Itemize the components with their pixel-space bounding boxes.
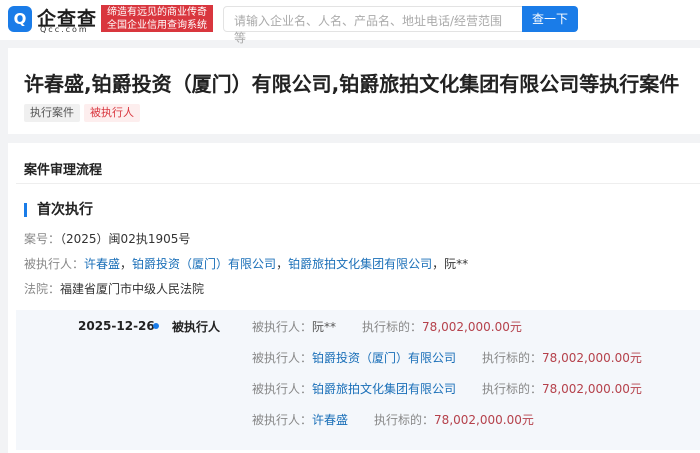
court: 福建省厦门市中级人民法院	[60, 282, 205, 296]
separator: ，	[432, 257, 445, 271]
page-title: 许春盛,铂爵投资（厦门）有限公司,铂爵旅拍文化集团有限公司等执行案件	[24, 72, 680, 96]
label: 被执行人：	[24, 257, 85, 271]
top-header: Q 企查查 Qcc.com 缔造有远见的商业传奇 全国企业信用查询系统 请输入企业…	[0, 0, 700, 45]
label: 被执行人：	[252, 351, 313, 365]
timeline-date: 2025-12-26	[78, 319, 155, 333]
executed-link[interactable]: 铂爵投资（厦门）有限公司	[132, 257, 276, 271]
executed-link[interactable]: 铂爵投资（厦门）有限公司	[312, 351, 456, 365]
executed-link[interactable]: 许春盛	[312, 413, 348, 427]
label: 被执行人：	[252, 382, 313, 396]
label: 执行标的：	[374, 413, 435, 427]
label: 法院：	[24, 282, 61, 296]
amount: 78,002,000.00元	[422, 320, 522, 334]
slogan-line: 缔造有远见的商业传奇	[107, 7, 207, 18]
divider	[16, 183, 700, 184]
separator: ，	[276, 257, 289, 271]
executed-row: 被执行人：许春盛，铂爵投资（厦门）有限公司，铂爵旅拍文化集团有限公司，阮**	[24, 255, 468, 272]
executed-link[interactable]: 铂爵旅拍文化集团有限公司	[288, 257, 432, 271]
timeline-row: 被执行人：铂爵投资（厦门）有限公司 执行标的：78,002,000.00元	[252, 349, 642, 366]
tag-case-type: 执行案件	[24, 104, 80, 122]
case-process-card: 案件审理流程 首次执行 案号：（2025）闽02执1905号 被执行人：许春盛，…	[8, 143, 700, 453]
subsection-title: 首次执行	[24, 203, 93, 217]
timeline-row: 被执行人：铂爵旅拍文化集团有限公司 执行标的：78,002,000.00元	[252, 380, 642, 397]
timeline-row: 被执行人：许春盛 执行标的：78,002,000.00元	[252, 411, 534, 428]
case-number-row: 案号：（2025）闽02执1905号	[24, 230, 190, 247]
slogan-line: 全国企业信用查询系统	[107, 20, 207, 31]
separator: ，	[120, 257, 133, 271]
timeline-event: 被执行人	[172, 320, 221, 334]
court-row: 法院：福建省厦门市中级人民法院	[24, 280, 204, 297]
executed-link[interactable]: 铂爵旅拍文化集团有限公司	[312, 382, 456, 396]
label: 执行标的：	[482, 351, 543, 365]
search-input[interactable]: 请输入企业名、人名、产品名、地址电话/经营范围等	[223, 6, 523, 45]
amount: 78,002,000.00元	[542, 382, 642, 396]
label: 执行标的：	[362, 320, 423, 334]
label: 执行标的：	[482, 382, 543, 396]
qcc-logo-icon[interactable]: Q	[8, 6, 32, 32]
executed-name: 阮**	[444, 257, 469, 271]
logo-domain: Qcc.com	[40, 25, 89, 34]
executed-link[interactable]: 许春盛	[84, 257, 120, 271]
label: 被执行人：	[252, 413, 313, 427]
timeline-row: 被执行人：阮** 执行标的：78,002,000.00元	[252, 318, 522, 335]
amount: 78,002,000.00元	[434, 413, 534, 427]
timeline-entry: 2025-12-26 被执行人 被执行人：阮** 执行标的：78,002,000.…	[16, 310, 700, 450]
amount: 78,002,000.00元	[542, 351, 642, 365]
label: 案号：	[24, 232, 61, 246]
slogan-banner: 缔造有远见的商业传奇 全国企业信用查询系统	[101, 5, 213, 32]
tag-executed: 被执行人	[84, 104, 140, 122]
case-title-card: 许春盛,铂爵投资（厦门）有限公司,铂爵旅拍文化集团有限公司等执行案件 执行案件 …	[8, 48, 700, 134]
section-title: 案件审理流程	[24, 163, 103, 178]
timeline-dot-icon	[153, 323, 159, 329]
search-button[interactable]: 查一下	[522, 6, 578, 32]
label: 被执行人：	[252, 320, 313, 334]
executed-name: 阮**	[312, 320, 337, 334]
case-number: （2025）闽02执1905号	[60, 232, 191, 246]
